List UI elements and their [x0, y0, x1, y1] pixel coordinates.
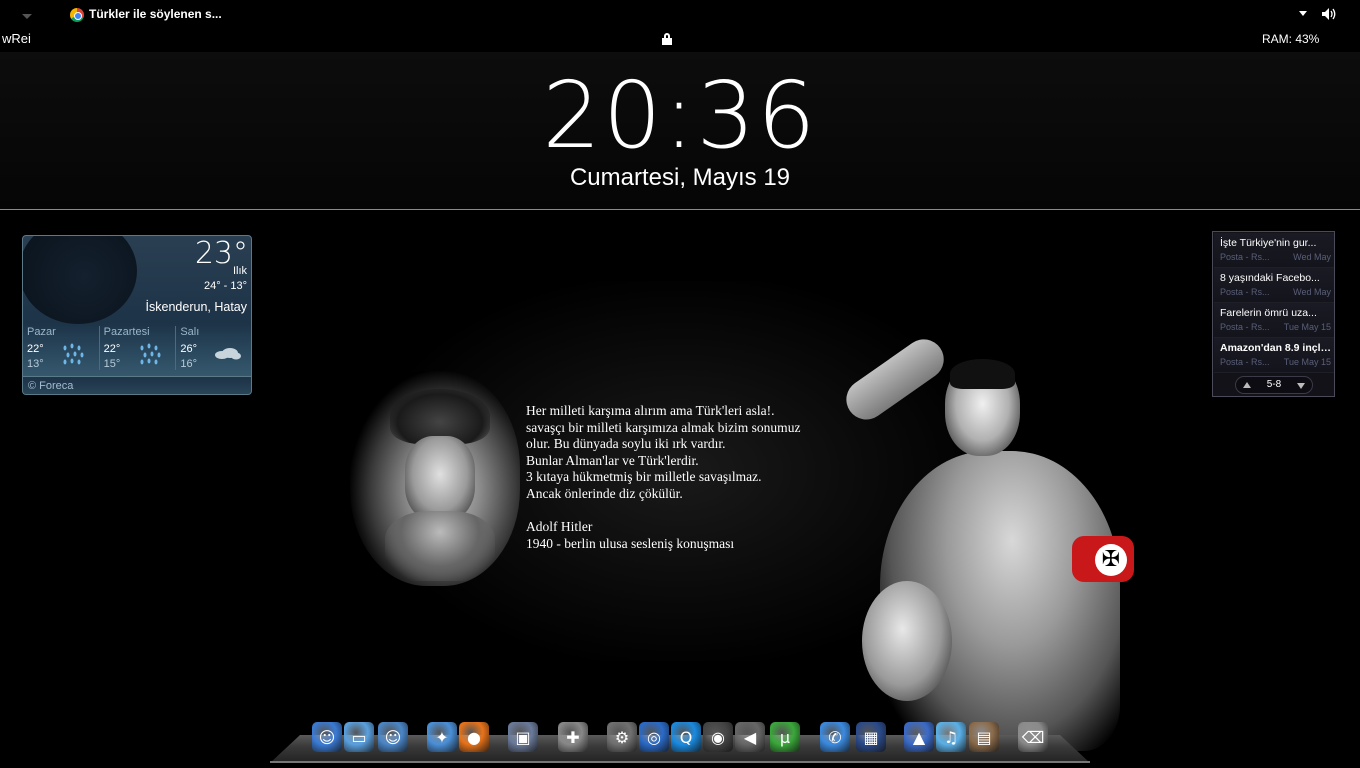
forecast-low: 15°: [103, 358, 121, 370]
photo-viewer-icon[interactable]: ▣: [508, 722, 538, 752]
clock-date: Cumartesi, Mayıs 19: [569, 164, 791, 191]
weather-location: İskenderun, Hatay: [145, 300, 247, 314]
quote-line: Bunlar Alman'lar ve Türk'lerdir.: [526, 452, 699, 468]
forecast-high: 22°: [27, 343, 44, 355]
news-source: Posta - Rs...: [1220, 322, 1270, 332]
quote-line: olur. Bu dünyada soylu iki ırk vardır.: [526, 436, 726, 451]
rain-icon: [63, 343, 84, 365]
user-name: wRei: [2, 31, 31, 46]
firefox-icon[interactable]: ●: [459, 722, 489, 752]
quicktime-icon[interactable]: Q: [671, 722, 701, 752]
dock: ☺ ▭ ☺ ✦ ● ▣ ✚ ⚙ ◎ Q ◉ ◀ µ ✆ ▦ ▲ ♫ ▤ ⌫: [312, 722, 1052, 754]
portrait-officer-image: [350, 371, 520, 586]
menu-chevron-icon[interactable]: [22, 14, 32, 19]
forecast-low: 13°: [27, 358, 44, 370]
forecast-day: Pazartesi 22° 15°: [100, 326, 177, 370]
news-feed-gadget: İşte Türkiye'nin gur... Posta - Rs... We…: [1212, 231, 1335, 397]
saluting-figure-image: [838, 331, 1140, 751]
itunes-icon[interactable]: ♫: [936, 722, 966, 752]
quote-line: Her milleti karşıma alırım ama Türk'leri…: [526, 403, 775, 418]
news-date: Wed May: [1293, 252, 1331, 262]
news-headline: Farelerin ömrü uza...: [1220, 307, 1317, 319]
news-item[interactable]: Amazon'dan 8.9 inçli... Posta - Rs... Tu…: [1214, 338, 1334, 373]
forecast-high: 22°: [103, 343, 121, 355]
forecast-day-name: Pazartesi: [103, 326, 150, 338]
monitor-icon[interactable]: ▭: [344, 722, 374, 752]
rain-icon: [140, 343, 161, 365]
lock-screen-clock: 20:36 Cumartesi, Mayıs 19: [0, 52, 1360, 210]
finder-alt-icon[interactable]: ☺: [378, 722, 408, 752]
news-date: Wed May: [1293, 287, 1331, 297]
news-headline: Amazon'dan 8.9 inçli...: [1220, 342, 1332, 354]
news-source: Posta - Rs...: [1220, 252, 1270, 262]
news-item[interactable]: 8 yaşındaki Facebo... Posta - Rs... Wed …: [1214, 268, 1334, 303]
ichat-icon[interactable]: ✆: [820, 722, 850, 752]
news-item[interactable]: İşte Türkiye'nin gur... Posta - Rs... We…: [1214, 233, 1334, 268]
chrome-icon[interactable]: [70, 8, 84, 22]
active-window-title[interactable]: Türkler ile söylenen s...: [89, 7, 222, 21]
back-icon[interactable]: ◀: [735, 722, 765, 752]
dashboard-icon[interactable]: ◉: [703, 722, 733, 752]
quote-line: Ancak önlerinde diz çökülür.: [526, 485, 683, 501]
news-date: Tue May 15: [1283, 322, 1331, 332]
clock-time: 20:36: [542, 62, 818, 169]
news-pager: 5-8: [1235, 376, 1313, 394]
forecast-low: 16°: [180, 358, 197, 370]
forecast-row: Pazar 22° 13° Pazartesi 22° 15° Salı 26°…: [23, 326, 251, 370]
news-headline: İşte Türkiye'nin gur...: [1220, 237, 1317, 249]
news-source: Posta - Rs...: [1220, 287, 1270, 297]
quote-line: 3 kıtaya hükmetmiş bir milletle savaşılm…: [526, 469, 762, 484]
finder-icon[interactable]: ☺: [312, 722, 342, 752]
news-source: Posta - Rs...: [1220, 357, 1270, 367]
quote-attribution: Adolf Hitler: [526, 519, 593, 534]
cloud-icon: [215, 348, 242, 360]
news-item[interactable]: Farelerin ömrü uza... Posta - Rs... Tue …: [1214, 303, 1334, 338]
gamepad-icon[interactable]: ✚: [558, 722, 588, 752]
forecast-day-name: Salı: [180, 326, 200, 338]
dock-reflection-line: [270, 761, 1090, 763]
forecast-day: Salı 26° 16°: [176, 326, 251, 370]
weather-credit[interactable]: © Foreca: [28, 380, 73, 392]
weather-condition: Ilık: [232, 265, 247, 277]
armband-icon: [1072, 536, 1134, 582]
quote-line: savaşçı bir milleti karşımıza almak bizi…: [526, 419, 801, 435]
quote-attribution-detail: 1940 - berlin ulusa sesleniş konuşması: [526, 535, 735, 551]
media-player-icon[interactable]: ◎: [639, 722, 669, 752]
clapper-icon[interactable]: ▦: [856, 722, 886, 752]
dropdown-icon[interactable]: [1299, 11, 1307, 16]
rocket-icon[interactable]: ▲: [904, 722, 934, 752]
forecast-high: 26°: [180, 343, 197, 355]
forecast-day: Pazar 22° 13°: [23, 326, 100, 370]
weather-footer: © Foreca: [23, 376, 251, 394]
volume-icon[interactable]: [1321, 7, 1337, 21]
trash-icon[interactable]: ⌫: [1018, 722, 1048, 752]
weather-gadget[interactable]: 23° Ilık 24° - 13° İskenderun, Hatay Paz…: [22, 235, 252, 395]
safari-icon[interactable]: ✦: [427, 722, 457, 752]
top-bar: Türkler ile söylenen s... wRei RAM: 43%: [0, 0, 1360, 52]
lock-icon[interactable]: [662, 33, 672, 45]
system-prefs-icon[interactable]: ⚙: [607, 722, 637, 752]
page-down-icon[interactable]: [1297, 383, 1305, 389]
temperature-range: 24° - 13°: [203, 280, 247, 292]
forecast-day-name: Pazar: [27, 326, 56, 338]
ram-usage: RAM: 43%: [1262, 32, 1320, 46]
news-headline: 8 yaşındaki Facebo...: [1220, 272, 1320, 284]
photos-icon[interactable]: ▤: [969, 722, 999, 752]
moon-icon: [23, 236, 137, 324]
quote-text: Her milleti karşıma alırım ama Türk'leri…: [526, 403, 856, 552]
utorrent-icon[interactable]: µ: [770, 722, 800, 752]
news-date: Tue May 15: [1283, 357, 1331, 367]
